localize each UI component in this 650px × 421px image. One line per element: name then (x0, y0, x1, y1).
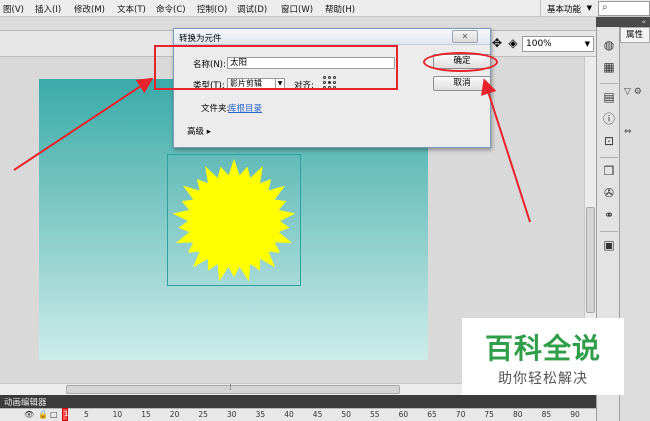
arrow-to-name-field (13, 77, 154, 171)
watermark: 百科全说 助你轻松解决 (462, 318, 624, 395)
watermark-subtitle: 助你轻松解决 (498, 371, 588, 387)
arrow-to-ok-button (481, 78, 531, 223)
watermark-title: 百科全说 (484, 332, 601, 365)
